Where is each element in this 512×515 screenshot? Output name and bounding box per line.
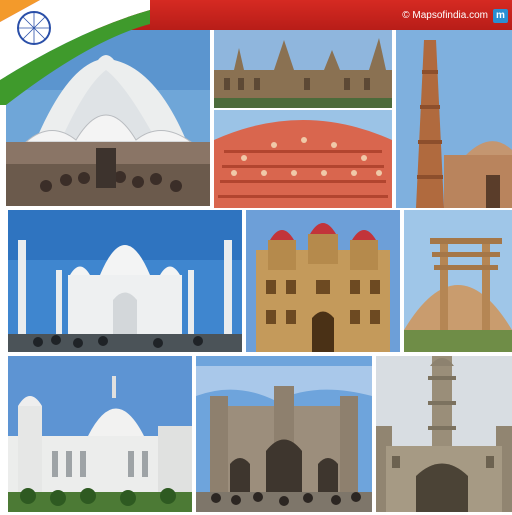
watermark-text: © Mapsofindia.com bbox=[402, 10, 488, 21]
mysore-palace-photo bbox=[246, 210, 400, 352]
brand-badge: m bbox=[493, 9, 508, 23]
gateway-of-india-photo bbox=[196, 356, 372, 512]
qutub-minar-photo bbox=[396, 30, 512, 208]
hawa-mahal-photo bbox=[214, 110, 392, 208]
victoria-memorial-photo bbox=[8, 356, 192, 512]
india-flag-overlay bbox=[0, 0, 150, 110]
cst-terminus-photo bbox=[214, 30, 392, 108]
taj-mahal-photo bbox=[8, 210, 242, 352]
charminar-photo bbox=[376, 356, 512, 512]
sanchi-stupa-photo bbox=[404, 210, 512, 352]
